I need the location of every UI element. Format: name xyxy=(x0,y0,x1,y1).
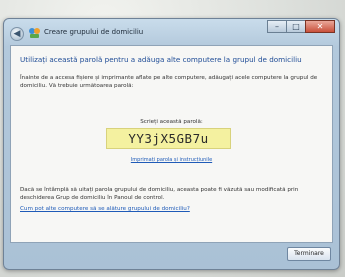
dialog-heading: Utilizați această parolă pentru a adăuga… xyxy=(20,55,302,64)
window-title: Creare grupului de domiciliu xyxy=(44,28,144,36)
password-label: Scrieți această parolă: xyxy=(140,119,203,125)
back-button[interactable]: ◀ xyxy=(10,27,24,41)
back-arrow-icon: ◀ xyxy=(13,29,21,39)
maximize-icon[interactable]: □ xyxy=(286,20,306,33)
title-bar[interactable]: ◀ Creare grupului de domiciliu – □ ✕ xyxy=(4,19,339,45)
print-password-link[interactable]: Imprimați parola și instrucțiunile xyxy=(11,157,332,163)
close-icon[interactable]: ✕ xyxy=(305,20,335,33)
password-display: YY3jX5GB7u xyxy=(106,128,231,149)
window-controls: – □ ✕ xyxy=(267,20,335,34)
intro-text: Înainte de a accesa fișiere și imprimant… xyxy=(20,75,318,89)
finish-button[interactable]: Terminare xyxy=(287,247,331,261)
join-homegroup-help-link[interactable]: Cum pot alte computere să se alăture gru… xyxy=(20,206,325,212)
homegroup-dialog: ◀ Creare grupului de domiciliu – □ ✕ Uti… xyxy=(3,18,340,270)
dialog-content: Utilizați această parolă pentru a adăuga… xyxy=(10,45,333,243)
minimize-icon[interactable]: – xyxy=(267,20,287,33)
forgot-password-note: Dacă se întâmplă să uitați parola grupul… xyxy=(20,187,299,201)
homegroup-icon xyxy=(29,28,40,38)
dialog-footer: Terminare xyxy=(10,243,333,267)
